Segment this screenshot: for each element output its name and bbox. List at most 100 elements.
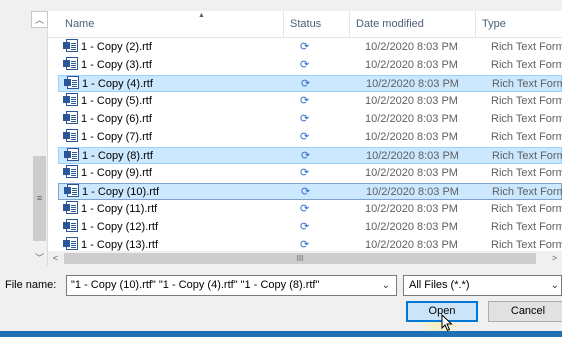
file-name-cell[interactable]: 1 - Copy (2).rtf <box>63 39 152 56</box>
file-name-label: File name: <box>5 279 57 291</box>
file-name-text: 1 - Copy (5).rtf <box>81 95 152 107</box>
file-type-select[interactable]: All Files (*.*) ⌄ <box>403 275 562 296</box>
file-row[interactable]: 1 - Copy (2).rtf ⟳ 10/2/2020 8:03 PM Rich T… <box>58 39 562 56</box>
column-header: ▲ Name Status Date modified Type <box>48 11 562 38</box>
type-cell: Rich Text Format <box>492 186 562 198</box>
file-name-text: 1 - Copy (9).rtf <box>81 167 152 179</box>
file-name-text: 1 - Copy (10).rtf <box>82 186 160 198</box>
file-name-cell[interactable]: 1 - Copy (8).rtf <box>64 148 153 165</box>
rtf-document-icon <box>63 93 78 106</box>
date-modified-cell: 10/2/2020 8:03 PM <box>365 167 458 179</box>
rtf-document-icon <box>64 184 79 197</box>
cancel-button[interactable]: Cancel <box>488 301 562 322</box>
file-name-input[interactable]: "1 - Copy (10).rtf" "1 - Copy (4).rtf" "… <box>66 275 397 296</box>
file-name-text: 1 - Copy (2).rtf <box>81 41 152 53</box>
file-name-cell[interactable]: 1 - Copy (12).rtf <box>63 219 159 236</box>
file-row[interactable]: 1 - Copy (9).rtf ⟳ 10/2/2020 8:03 PM Rich T… <box>58 165 562 182</box>
sync-icon: ⟳ <box>300 131 310 143</box>
file-name-cell[interactable]: 1 - Copy (9).rtf <box>63 165 152 182</box>
file-name-cell[interactable]: 1 - Copy (4).rtf <box>64 76 153 93</box>
sync-icon: ⟳ <box>301 78 311 90</box>
file-name-cell[interactable]: 1 - Copy (11).rtf <box>63 201 157 218</box>
file-name-cell[interactable]: 1 - Copy (3).rtf <box>63 57 152 74</box>
file-row[interactable]: 1 - Copy (10).rtf ⟳ 10/2/2020 8:03 PM Rich … <box>58 183 562 200</box>
chevron-down-icon[interactable]: ⌄ <box>382 276 390 295</box>
file-name-text: 1 - Copy (6).rtf <box>81 113 152 125</box>
date-modified-cell: 10/2/2020 8:03 PM <box>365 95 458 107</box>
date-modified-cell: 10/2/2020 8:03 PM <box>365 41 458 53</box>
file-row[interactable]: 1 - Copy (5).rtf ⟳ 10/2/2020 8:03 PM Rich T… <box>58 93 562 110</box>
date-modified-cell: 10/2/2020 8:03 PM <box>365 113 458 125</box>
horizontal-scroll-thumb[interactable]: III <box>64 253 536 264</box>
file-type-value[interactable]: All Files (*.*) <box>409 279 470 291</box>
file-name-cell[interactable]: 1 - Copy (5).rtf <box>63 93 152 110</box>
file-row[interactable]: 1 - Copy (12).rtf ⟳ 10/2/2020 8:03 PM Rich … <box>58 219 562 236</box>
rtf-document-icon <box>63 201 78 214</box>
scroll-right-arrow-icon[interactable]: > <box>547 251 562 266</box>
sync-icon: ⟳ <box>300 221 310 233</box>
sync-icon: ⟳ <box>300 59 310 71</box>
file-row[interactable]: 1 - Copy (8).rtf ⟳ 10/2/2020 8:03 PM Rich T… <box>58 147 562 164</box>
rtf-document-icon <box>63 237 78 250</box>
rtf-document-icon <box>63 219 78 232</box>
rtf-document-icon <box>63 39 78 52</box>
file-row[interactable]: 1 - Copy (6).rtf ⟳ 10/2/2020 8:03 PM Rich T… <box>58 111 562 128</box>
rtf-document-icon <box>63 57 78 70</box>
sync-icon: ⟳ <box>300 95 310 107</box>
file-list[interactable]: ▲ Name Status Date modified Type 1 - Cop… <box>48 11 562 251</box>
type-cell: Rich Text Format <box>491 203 562 215</box>
tree-scrollbar[interactable]: ︿ ≡ <box>31 11 48 266</box>
file-row[interactable]: 1 - Copy (7).rtf ⟳ 10/2/2020 8:03 PM Rich T… <box>58 129 562 146</box>
sync-icon: ⟳ <box>300 203 310 215</box>
horizontal-scrollbar[interactable]: < III > <box>48 251 562 266</box>
file-row[interactable]: 1 - Copy (4).rtf ⟳ 10/2/2020 8:03 PM Rich T… <box>58 75 562 92</box>
sync-icon: ⟳ <box>300 239 310 251</box>
sync-icon: ⟳ <box>300 113 310 125</box>
date-modified-cell: 10/2/2020 8:03 PM <box>366 150 459 162</box>
file-name-cell[interactable]: 1 - Copy (7).rtf <box>63 129 152 146</box>
file-name-text: 1 - Copy (8).rtf <box>82 150 153 162</box>
file-row[interactable]: 1 - Copy (11).rtf ⟳ 10/2/2020 8:03 PM Rich … <box>58 201 562 218</box>
file-name-text: 1 - Copy (4).rtf <box>82 78 153 90</box>
file-row[interactable]: 1 - Copy (13).rtf ⟳ 10/2/2020 8:03 PM Rich … <box>58 237 562 251</box>
column-type[interactable]: Type <box>476 11 562 38</box>
date-modified-cell: 10/2/2020 8:03 PM <box>365 203 458 215</box>
rtf-document-icon <box>64 76 79 89</box>
type-cell: Rich Text Format <box>492 150 562 162</box>
type-cell: Rich Text Format <box>491 167 562 179</box>
rtf-document-icon <box>64 148 79 161</box>
type-cell: Rich Text Format <box>491 95 562 107</box>
rtf-document-icon <box>63 129 78 142</box>
column-date-modified[interactable]: Date modified <box>350 11 476 38</box>
rtf-document-icon <box>63 165 78 178</box>
file-name-cell[interactable]: 1 - Copy (13).rtf <box>63 237 158 251</box>
type-cell: Rich Text Format <box>491 113 562 125</box>
type-cell: Rich Text Format <box>491 131 562 143</box>
date-modified-cell: 10/2/2020 8:03 PM <box>365 59 458 71</box>
type-cell: Rich Text Format <box>491 41 562 53</box>
file-row[interactable]: 1 - Copy (3).rtf ⟳ 10/2/2020 8:03 PM Rich T… <box>58 57 562 74</box>
file-name-text: 1 - Copy (12).rtf <box>81 221 159 233</box>
file-name-cell[interactable]: 1 - Copy (10).rtf <box>64 184 160 201</box>
type-cell: Rich Text Format <box>491 59 562 71</box>
scroll-thumb[interactable]: ≡ <box>33 156 46 241</box>
file-name-value[interactable]: "1 - Copy (10).rtf" "1 - Copy (4).rtf" "… <box>71 279 319 291</box>
mouse-cursor-icon <box>441 314 453 332</box>
file-name-text: 1 - Copy (7).rtf <box>81 131 152 143</box>
type-cell: Rich Text Format <box>491 221 562 233</box>
date-modified-cell: 10/2/2020 8:03 PM <box>365 221 458 233</box>
scroll-left-arrow-icon[interactable]: < <box>48 251 63 266</box>
sync-icon: ⟳ <box>301 150 311 162</box>
file-name-text: 1 - Copy (3).rtf <box>81 59 152 71</box>
scroll-up-arrow-icon[interactable]: ︿ <box>31 11 48 28</box>
taskbar-strip <box>0 331 562 337</box>
scroll-down-arrow-icon[interactable]: ﹀ <box>31 251 48 266</box>
date-modified-cell: 10/2/2020 8:03 PM <box>365 239 458 251</box>
column-status[interactable]: Status <box>284 11 350 38</box>
sync-icon: ⟳ <box>301 186 311 198</box>
column-name[interactable]: Name <box>59 11 284 38</box>
date-modified-cell: 10/2/2020 8:03 PM <box>366 186 459 198</box>
file-name-cell[interactable]: 1 - Copy (6).rtf <box>63 111 152 128</box>
type-cell: Rich Text Format <box>492 78 562 90</box>
chevron-down-icon[interactable]: ⌄ <box>551 276 559 295</box>
